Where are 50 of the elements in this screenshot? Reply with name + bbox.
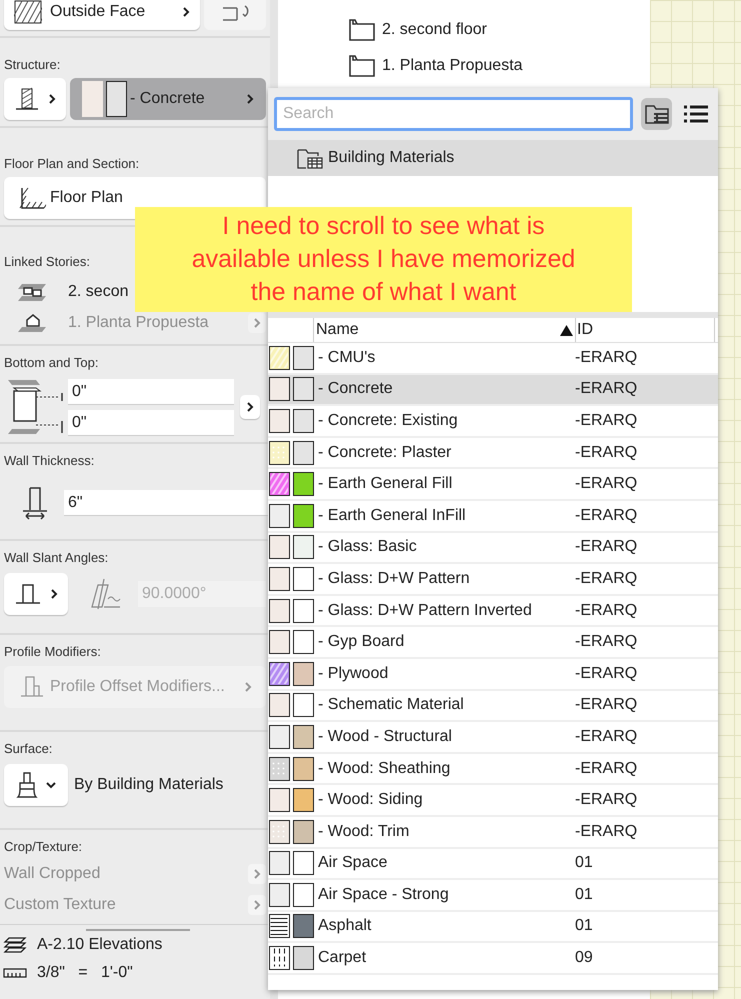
material-id: 01 [575, 916, 593, 936]
material-id: -ERARQ [575, 568, 638, 589]
material-name: - Wood: Sheathing [317, 758, 452, 779]
material-id: -ERARQ [575, 695, 638, 716]
section-heading: Surface: [3, 740, 54, 758]
section-heading: Wall Slant Angles: [3, 549, 110, 567]
material-name: - Earth General Fill [317, 474, 454, 494]
material-name: - Glass: D+W Pattern [317, 568, 471, 589]
section-heading: Bottom and Top: [3, 354, 100, 372]
material-name: - CMU's [317, 348, 376, 368]
material-id: 01 [575, 853, 593, 874]
material-name: - Glass: D+W Pattern Inverted [317, 600, 533, 621]
material-id: -ERARQ [575, 726, 638, 747]
material-name: - Concrete: Plaster [317, 442, 452, 463]
section-heading: Wall Thickness: [3, 452, 96, 470]
material-name: - Glass: Basic [317, 537, 418, 558]
material-id: -ERARQ [575, 632, 638, 652]
section-heading: Crop/Texture: [3, 838, 84, 856]
section-heading: Floor Plan and Section: [3, 155, 140, 173]
material-name: Air Space - Strong [317, 884, 450, 905]
material-id: 01 [575, 884, 593, 905]
surface-value: By Building Materials [74, 775, 224, 795]
section-heading: Profile Modifiers: [3, 643, 102, 661]
section-heading: Linked Stories: [3, 253, 91, 271]
material-name: - Plywood [317, 664, 390, 684]
material-id: -ERARQ [575, 537, 638, 558]
material-name: - Schematic Material [317, 695, 465, 716]
material-name: - Wood: Siding [317, 790, 424, 810]
material-id: -ERARQ [575, 664, 638, 684]
material-name: Carpet [317, 948, 368, 968]
material-id: -ERARQ [575, 758, 638, 779]
material-id: -ERARQ [575, 822, 638, 842]
material-name: - Concrete: Existing [317, 410, 459, 431]
material-name: - Wood: Trim [317, 822, 410, 842]
material-id: -ERARQ [575, 348, 638, 368]
material-id: -ERARQ [575, 474, 638, 494]
material-id: -ERARQ [575, 506, 638, 526]
section-heading: Structure: [3, 56, 62, 74]
material-name: - Concrete [317, 379, 394, 400]
material-id: -ERARQ [575, 600, 638, 621]
material-id: -ERARQ [575, 790, 638, 810]
material-name: Asphalt [317, 916, 372, 936]
material-name: Air Space [317, 853, 388, 874]
material-id: -ERARQ [575, 379, 638, 400]
material-name: - Wood - Structural [317, 726, 453, 747]
material-id: -ERARQ [575, 410, 638, 431]
material-name: - Gyp Board [317, 632, 406, 652]
material-name: - Earth General InFill [317, 506, 467, 526]
material-id: 09 [575, 948, 593, 968]
material-id: -ERARQ [575, 442, 638, 463]
